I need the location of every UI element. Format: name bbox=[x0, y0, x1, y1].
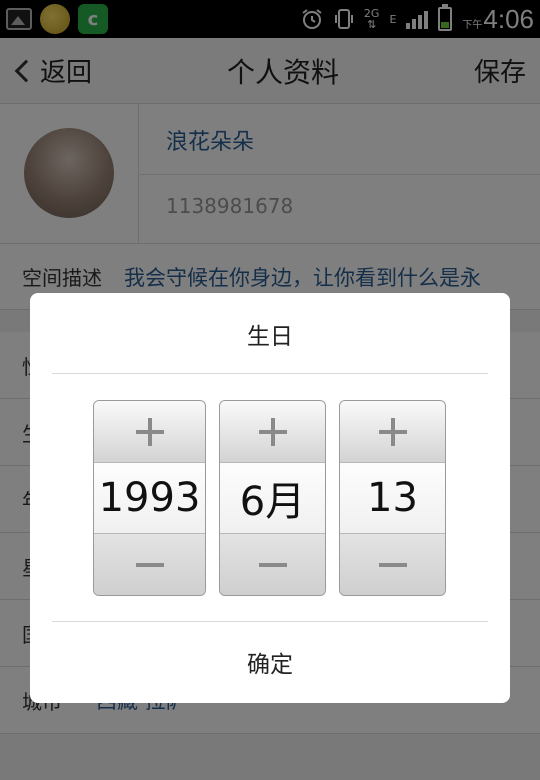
month-increment-button[interactable] bbox=[220, 401, 325, 463]
year-picker[interactable]: 1993 bbox=[93, 400, 206, 596]
minus-icon bbox=[378, 562, 407, 567]
day-decrement-button[interactable] bbox=[340, 533, 445, 595]
minus-icon bbox=[258, 562, 287, 567]
divider bbox=[52, 373, 488, 374]
plus-icon bbox=[378, 417, 407, 446]
divider bbox=[52, 621, 488, 622]
dialog-title: 生日 bbox=[247, 324, 293, 350]
month-picker[interactable]: 6月 bbox=[219, 400, 326, 596]
confirm-button[interactable]: 确定 bbox=[30, 645, 510, 679]
day-picker[interactable]: 13 bbox=[339, 400, 446, 596]
minus-icon bbox=[135, 562, 164, 567]
year-increment-button[interactable] bbox=[94, 401, 205, 463]
plus-icon bbox=[135, 417, 164, 446]
plus-icon bbox=[258, 417, 287, 446]
year-decrement-button[interactable] bbox=[94, 533, 205, 595]
birthday-dialog: 生日 1993 6月 13 确定 bbox=[30, 293, 510, 703]
year-value: 1993 bbox=[94, 463, 205, 533]
month-value: 6月 bbox=[220, 463, 325, 533]
day-increment-button[interactable] bbox=[340, 401, 445, 463]
month-decrement-button[interactable] bbox=[220, 533, 325, 595]
day-value: 13 bbox=[340, 463, 445, 533]
